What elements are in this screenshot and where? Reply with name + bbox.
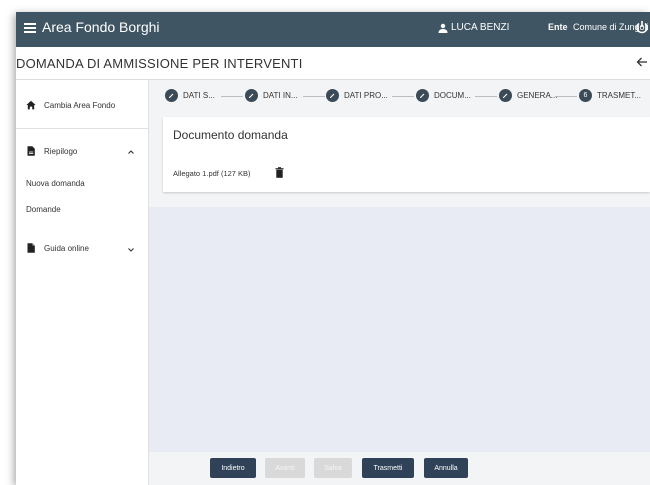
document-icon <box>27 146 35 156</box>
transmit-button[interactable]: Trasmetti <box>362 458 414 478</box>
app-window: Area Fondo Borghi LUCA BENZI Ente Comune… <box>16 12 650 485</box>
app-title: Area Fondo Borghi <box>42 19 160 35</box>
user-menu[interactable]: LUCA BENZI <box>438 22 509 33</box>
step-trasmet[interactable]: 6 TRASMET... <box>579 89 641 102</box>
step-label: GENERA... <box>517 91 558 100</box>
card-title: Documento domanda <box>173 128 288 142</box>
step-genera[interactable]: GENERA... <box>499 89 557 102</box>
attachment-link[interactable]: Allegato 1.pdf (127 KB) <box>173 169 251 178</box>
sidebar-item-cambia-area[interactable]: Cambia Area Fondo <box>16 100 115 110</box>
step-docum[interactable]: DOCUM... <box>416 89 471 102</box>
step-label: DATI S... <box>183 91 215 100</box>
page-title: DOMANDA DI AMMISSIONE PER INTERVENTI <box>16 56 303 71</box>
top-bar: Area Fondo Borghi LUCA BENZI Ente Comune… <box>16 12 650 47</box>
pencil-icon <box>245 89 258 102</box>
footer-actions: Indietro Avanti Salva Trasmetti Annulla <box>149 452 650 485</box>
pencil-icon <box>499 89 512 102</box>
sidebar-item-guida-online[interactable]: Guida online <box>16 243 89 253</box>
menu-icon[interactable] <box>24 23 36 35</box>
pencil-icon <box>326 89 339 102</box>
step-label: TRASMET... <box>597 91 642 100</box>
step-connector <box>392 96 414 97</box>
step-dati-s[interactable]: DATI S... <box>165 89 215 102</box>
user-name: LUCA BENZI <box>451 22 510 33</box>
sidebar-item-nuova-domanda[interactable]: Nuova domanda <box>26 179 85 188</box>
step-label: DATI PRO... <box>344 91 388 100</box>
step-label: DOCUM... <box>434 91 471 100</box>
step-connector <box>475 96 497 97</box>
sidebar-item-label: Guida online <box>44 243 89 253</box>
sidebar-item-domande[interactable]: Domande <box>26 205 61 214</box>
step-connector <box>555 96 577 97</box>
save-button[interactable]: Salva <box>314 458 352 478</box>
content-area <box>149 207 650 452</box>
step-number: 6 <box>579 89 592 102</box>
step-connector <box>303 96 325 97</box>
sidebar-item-label: Cambia Area Fondo <box>44 100 116 110</box>
sidebar-item-riepilogo[interactable]: Riepilogo <box>16 146 77 156</box>
stepper: DATI S... DATI IN... DATI PRO... DOCUM..… <box>149 80 650 114</box>
chevron-down-icon[interactable] <box>127 246 135 254</box>
arrow-left-icon[interactable] <box>636 56 648 68</box>
home-icon <box>26 100 36 110</box>
document-card: Documento domanda Allegato 1.pdf (127 KB… <box>163 117 650 192</box>
pencil-icon <box>416 89 429 102</box>
step-label: DATI IN... <box>263 91 298 100</box>
ente-label: Ente <box>548 22 568 32</box>
user-icon <box>438 23 448 33</box>
next-button[interactable]: Avanti <box>265 458 305 478</box>
back-button[interactable]: Indietro <box>210 458 256 478</box>
trash-icon[interactable] <box>275 167 284 178</box>
sidebar: Cambia Area Fondo Riepilogo Nuova domand… <box>16 80 149 485</box>
file-icon <box>27 243 35 253</box>
step-dati-in[interactable]: DATI IN... <box>245 89 298 102</box>
pencil-icon <box>165 89 178 102</box>
sidebar-item-label: Riepilogo <box>44 146 78 156</box>
power-icon[interactable] <box>635 20 649 34</box>
cancel-button[interactable]: Annulla <box>424 458 468 478</box>
step-dati-pro[interactable]: DATI PRO... <box>326 89 388 102</box>
chevron-up-icon[interactable] <box>127 148 135 156</box>
step-connector <box>221 96 243 97</box>
page-header: DOMANDA DI AMMISSIONE PER INTERVENTI <box>16 47 650 80</box>
divider <box>16 128 148 129</box>
